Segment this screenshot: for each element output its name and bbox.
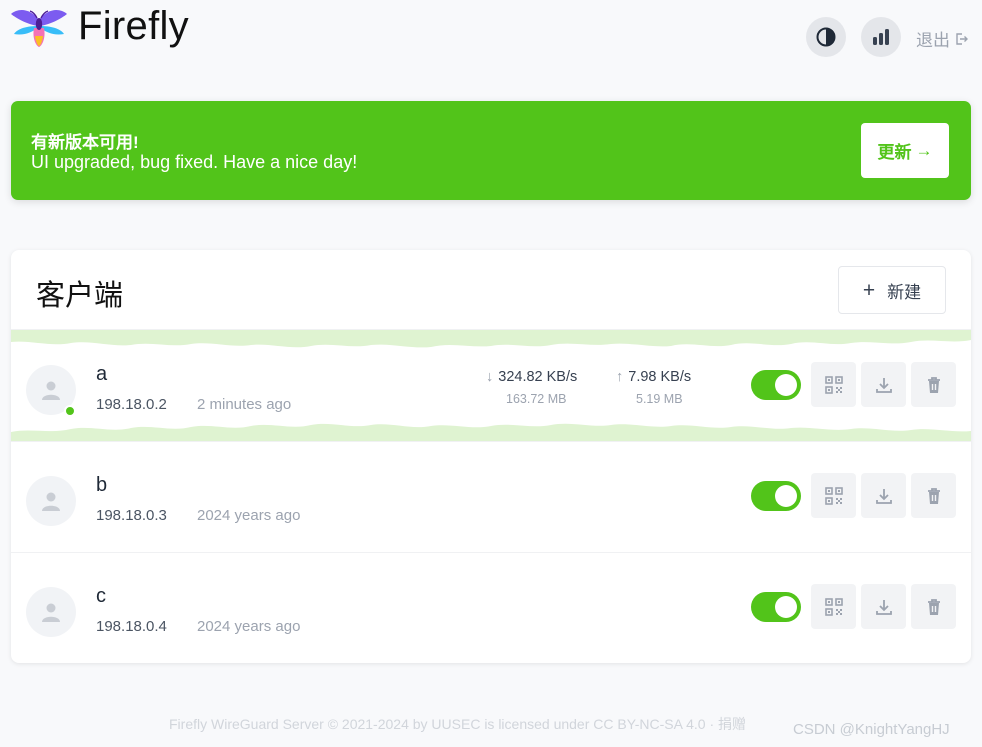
show-qr-code-button[interactable] — [811, 362, 856, 407]
client-enable-toggle[interactable] — [751, 592, 801, 622]
client-enable-toggle[interactable] — [751, 481, 801, 511]
client-ip: 198.18.0.4 — [96, 618, 167, 635]
qr-code-icon — [824, 597, 843, 616]
delete-client-button[interactable] — [911, 362, 956, 407]
bar-chart-icon — [873, 29, 889, 45]
watermark: CSDN @KnightYangHJ — [793, 721, 950, 738]
arrow-down-icon: ↓ — [486, 369, 494, 385]
client-name: a — [96, 363, 108, 385]
footer-license[interactable]: Firefly WireGuard Server © 2021-2024 by … — [169, 714, 746, 734]
upload-rate-value: 7.98 KB/s — [628, 369, 692, 385]
clients-title: 客户端 — [36, 280, 124, 312]
theme-toggle-button[interactable] — [806, 17, 846, 57]
logout-icon — [956, 32, 968, 45]
download-icon — [875, 599, 892, 615]
user-icon — [42, 603, 60, 622]
download-config-button[interactable] — [861, 362, 906, 407]
client-name: b — [96, 474, 108, 496]
client-name: c — [96, 585, 106, 607]
update-button-label: 更新 — [877, 143, 912, 162]
new-client-button[interactable]: + 新建 — [838, 266, 946, 314]
download-icon — [875, 377, 892, 393]
download-rate: ↓ 324.82 KB/s — [486, 369, 577, 385]
client-last-seen: 2024 years ago — [197, 618, 301, 635]
app-title: Firefly — [78, 4, 189, 48]
trash-icon — [927, 376, 940, 393]
banner-description: UI upgraded, bug fixed. Have a nice day! — [31, 152, 358, 172]
app-header: Firefly 退出 — [0, 0, 982, 70]
client-last-seen: 2 minutes ago — [197, 396, 292, 413]
download-rate-value: 324.82 KB/s — [498, 369, 578, 385]
contrast-icon — [816, 27, 836, 47]
download-config-button[interactable] — [861, 584, 906, 629]
qr-code-icon — [824, 486, 843, 505]
trash-icon — [927, 487, 940, 504]
user-icon — [42, 492, 60, 511]
avatar — [26, 476, 76, 526]
upload-rate: ↑ 7.98 KB/s — [616, 369, 691, 385]
update-button[interactable]: 更新 → — [861, 123, 949, 178]
upload-total: 5.19 MB — [636, 392, 683, 406]
statistics-button[interactable] — [861, 17, 901, 57]
arrow-up-icon: ↑ — [616, 369, 624, 385]
client-ip: 198.18.0.3 — [96, 507, 167, 524]
client-row-c: c 198.18.0.4 2024 years ago — [11, 552, 971, 663]
toggle-knob — [775, 374, 797, 396]
download-config-button[interactable] — [861, 473, 906, 518]
delete-client-button[interactable] — [911, 584, 956, 629]
client-enable-toggle[interactable] — [751, 370, 801, 400]
arrow-right-icon: → — [915, 140, 933, 160]
client-row-b: b 198.18.0.3 2024 years ago — [11, 441, 971, 552]
firefly-logo-icon — [11, 10, 67, 47]
user-icon — [42, 381, 60, 400]
plus-icon: + — [862, 278, 876, 302]
banner-title: 有新版本可用! — [31, 133, 139, 152]
qr-code-icon — [824, 375, 843, 394]
toggle-knob — [775, 485, 797, 507]
logout-button[interactable]: 退出 — [916, 26, 968, 51]
show-qr-code-button[interactable] — [811, 584, 856, 629]
download-total: 163.72 MB — [506, 392, 567, 406]
logout-label: 退出 — [916, 31, 950, 50]
update-banner: 有新版本可用! UI upgraded, bug fixed. Have a n… — [11, 101, 971, 200]
avatar — [26, 587, 76, 637]
client-last-seen: 2024 years ago — [197, 507, 301, 524]
download-icon — [875, 488, 892, 504]
show-qr-code-button[interactable] — [811, 473, 856, 518]
toggle-knob — [775, 596, 797, 618]
new-client-label: 新建 — [887, 282, 922, 302]
delete-client-button[interactable] — [911, 473, 956, 518]
client-row-a: a 198.18.0.2 2 minutes ago ↓ 324.82 KB/s… — [11, 330, 971, 441]
client-ip: 198.18.0.2 — [96, 396, 167, 413]
trash-icon — [927, 598, 940, 615]
clients-card: 客户端 + 新建 a 198.18.0.2 2 minutes ago ↓ 32… — [11, 250, 971, 663]
online-status-dot — [64, 405, 76, 417]
